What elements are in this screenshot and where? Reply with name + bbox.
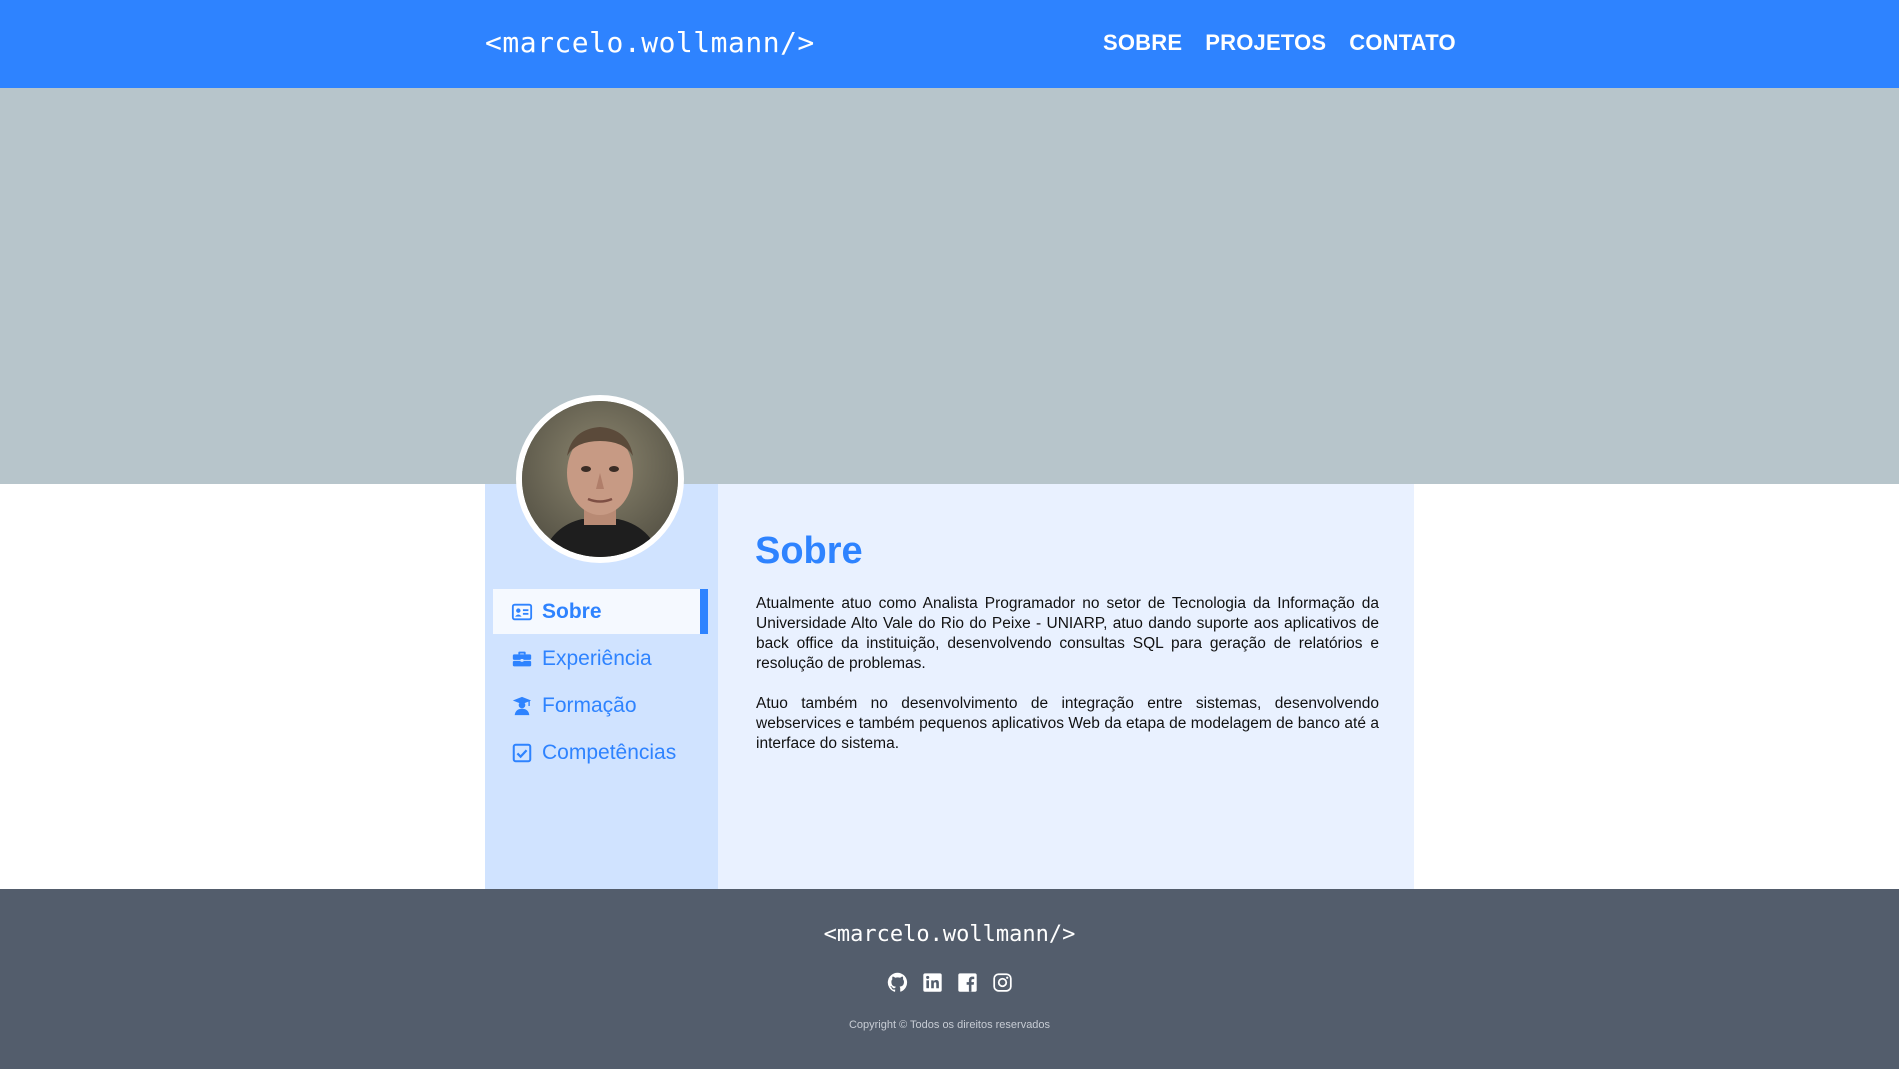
- main-nav: SOBRE PROJETOS CONTATO: [1103, 30, 1456, 56]
- cover-banner: [0, 88, 1899, 484]
- avatar: [516, 395, 684, 563]
- nav-link-sobre[interactable]: SOBRE: [1103, 30, 1182, 56]
- nav-link-contato[interactable]: CONTATO: [1349, 30, 1456, 56]
- menu-item-experiencia[interactable]: Experiência: [493, 636, 708, 681]
- checkbox-icon: [511, 742, 533, 764]
- menu-item-sobre[interactable]: Sobre: [493, 589, 708, 634]
- profile-photo: [522, 401, 678, 557]
- top-navbar: <marcelo.wollmann/> SOBRE PROJETOS CONTA…: [0, 0, 1901, 88]
- menu-item-competencias[interactable]: Competências: [493, 730, 708, 775]
- id-card-icon: [511, 601, 533, 623]
- menu-label-competencias: Competências: [542, 740, 677, 764]
- menu-label-sobre: Sobre: [542, 599, 602, 623]
- instagram-icon[interactable]: [992, 972, 1013, 993]
- menu-label-formacao: Formação: [542, 693, 637, 717]
- about-paragraph-1: Atualmente atuo como Analista Programado…: [756, 595, 1379, 672]
- copyright-text: Copyright © Todos os direitos reservados: [848, 1019, 1051, 1031]
- section-menu: Sobre Experiência Formação Competências: [493, 589, 708, 777]
- menu-label-experiencia: Experiência: [542, 646, 652, 670]
- footer-logo: <marcelo.wollmann/>: [823, 922, 1076, 947]
- about-paragraph-2: Atuo também no desenvolvimento de integr…: [756, 695, 1379, 752]
- graduate-icon: [511, 695, 533, 717]
- menu-item-formacao[interactable]: Formação: [493, 683, 708, 728]
- social-links: [0, 972, 1899, 993]
- site-logo[interactable]: <marcelo.wollmann/>: [485, 26, 815, 59]
- linkedin-icon[interactable]: [922, 972, 943, 993]
- briefcase-icon: [511, 648, 533, 670]
- github-icon[interactable]: [887, 972, 908, 993]
- nav-link-projetos[interactable]: PROJETOS: [1205, 30, 1326, 56]
- section-title: Sobre: [755, 530, 863, 572]
- facebook-icon[interactable]: [957, 972, 978, 993]
